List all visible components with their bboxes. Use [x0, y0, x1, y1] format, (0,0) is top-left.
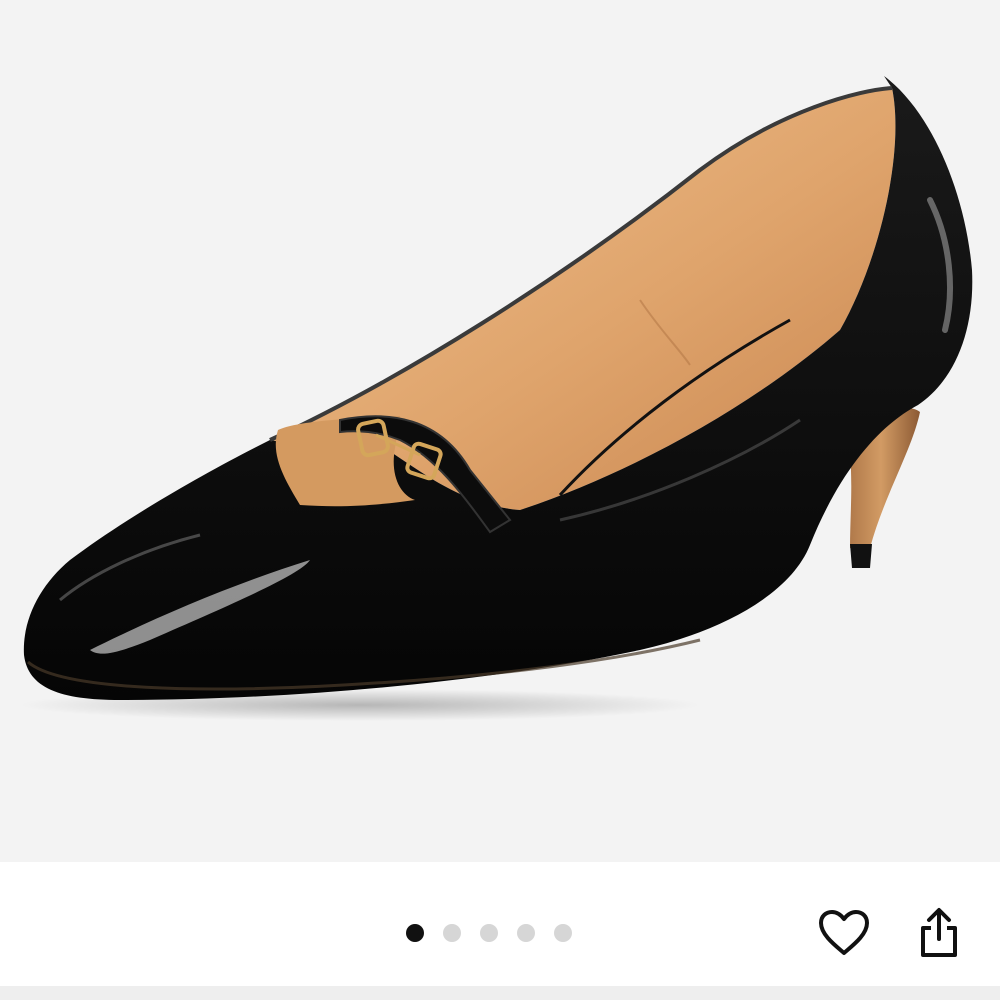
carousel-dot[interactable]: [480, 924, 498, 942]
heel-tip: [850, 544, 872, 568]
heart-icon: [819, 910, 869, 955]
carousel-dot[interactable]: [554, 924, 572, 942]
product-image-viewer: [0, 0, 1000, 1000]
product-image[interactable]: [0, 0, 1000, 862]
favorite-button[interactable]: [816, 905, 872, 961]
bottom-divider: [0, 986, 1000, 1000]
share-icon: [921, 908, 957, 957]
shoe-photo: [20, 76, 973, 721]
share-button[interactable]: [911, 905, 967, 961]
carousel-dot[interactable]: [406, 924, 424, 942]
carousel-dots: [406, 922, 591, 944]
carousel-dot[interactable]: [517, 924, 535, 942]
carousel-dot[interactable]: [443, 924, 461, 942]
